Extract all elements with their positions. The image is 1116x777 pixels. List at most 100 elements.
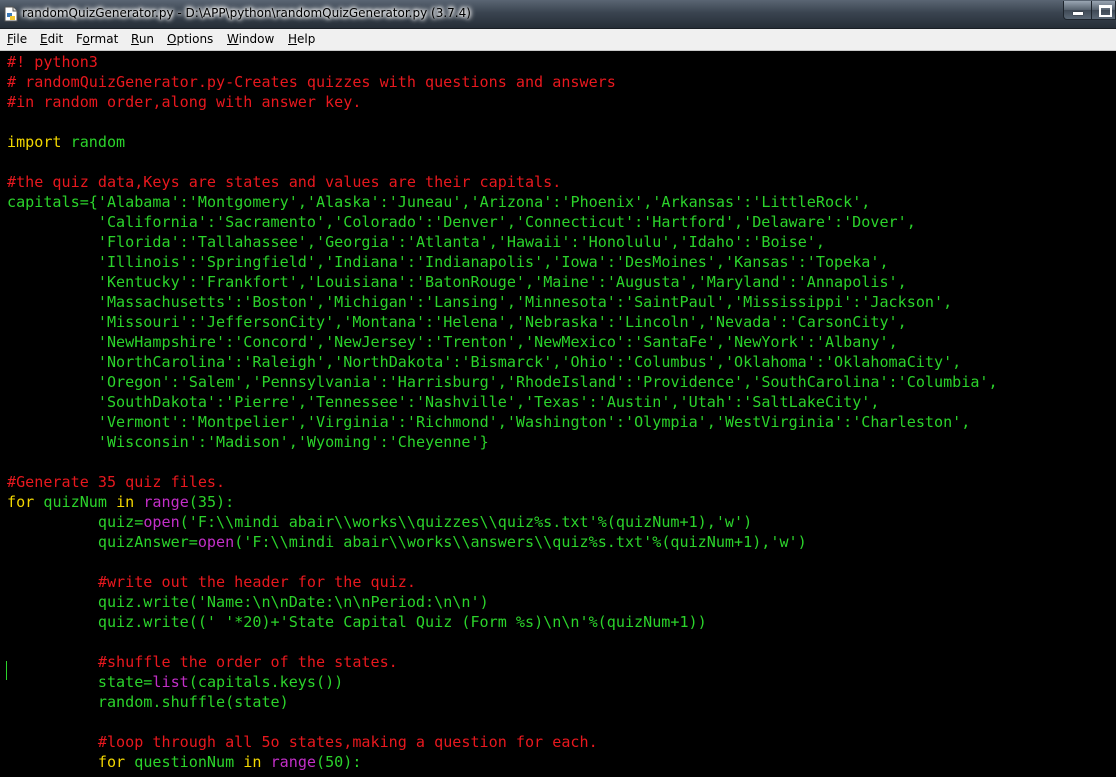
code-line[interactable]: #! python3 (7, 52, 998, 72)
title-bar[interactable]: randomQuizGenerator.py - D:\APP\python\r… (0, 0, 1116, 29)
code-line[interactable] (7, 152, 998, 172)
code-line[interactable]: capitals={'Alabama':'Montgomery','Alaska… (7, 192, 998, 212)
code-line[interactable] (7, 552, 998, 572)
code-token: state= (7, 673, 153, 691)
code-token: : (634, 213, 644, 231)
code-token: : (606, 253, 616, 271)
code-line[interactable]: quizAnswer=open('F:\\mindi abair\\works\… (7, 532, 998, 552)
code-token: ) (797, 533, 807, 551)
code-line[interactable]: 'Massachusetts':'Boston','Michigan':'Lan… (7, 292, 998, 312)
code-token: ) (743, 513, 753, 531)
code-line[interactable]: #shuffle the order of the states. (7, 652, 998, 672)
code-line[interactable]: random.shuffle(state) (7, 692, 998, 712)
code-line[interactable]: 'Wisconsin':'Madison','Wyoming':'Cheyenn… (7, 432, 998, 452)
code-token: , (297, 393, 307, 411)
code-token: 'Boise' (752, 233, 816, 251)
code-line[interactable]: #write out the header for the quiz. (7, 572, 998, 592)
menu-format[interactable]: Format (76, 31, 118, 47)
code-token: 'Albany' (815, 333, 889, 351)
menu-window[interactable]: Window (227, 31, 274, 47)
code-line[interactable]: #in random order,along with answer key. (7, 92, 998, 112)
code-token: 'Helena' (434, 313, 507, 331)
minimize-button[interactable] (1063, 1, 1092, 20)
code-token: 'Olympia' (624, 413, 707, 431)
code-token: ( (179, 513, 189, 531)
code-token: : (179, 413, 189, 431)
code-token: : (588, 393, 598, 411)
code-token: : (397, 233, 407, 251)
code-token: : (797, 253, 807, 271)
code-token: range (270, 753, 316, 771)
code-token: 'NewHampshire' (97, 333, 226, 351)
code-token: : (234, 293, 244, 311)
code-token: , (952, 353, 962, 371)
code-line[interactable]: quiz=open('F:\\mindi abair\\works\\quizz… (7, 512, 998, 532)
menu-file[interactable]: File (7, 31, 27, 47)
code-token: : (570, 233, 580, 251)
code-token: 'NorthDakota' (334, 353, 453, 371)
code-token: 'Columbia' (897, 373, 989, 391)
code-token: 'CarsonCity' (788, 313, 898, 331)
code-line[interactable]: import random (7, 132, 998, 152)
code-line[interactable] (7, 712, 998, 732)
menu-help[interactable]: Help (288, 31, 315, 47)
code-token: , (870, 393, 880, 411)
code-line[interactable]: for questionNum in range(50): (7, 752, 998, 772)
code-line[interactable] (7, 632, 998, 652)
code-line[interactable]: for quizNum in range(35): (7, 492, 998, 512)
code-token: : (852, 293, 862, 311)
menu-bar: File Edit Format Run Options Window Help (0, 29, 1116, 51)
code-line[interactable]: 'NewHampshire':'Concord','NewJersey':'Tr… (7, 332, 998, 352)
code-token: , (743, 373, 753, 391)
code-line[interactable]: 'Kentucky':'Frankfort','Louisiana':'Bato… (7, 272, 998, 292)
code-token: , (497, 373, 507, 391)
code-line[interactable]: 'California':'Sacramento','Colorado':'De… (7, 212, 998, 232)
code-token: : (815, 353, 825, 371)
code-token: 'Indianapolis' (415, 253, 544, 271)
code-line[interactable]: 'NorthCarolina':'Raleigh','NorthDakota':… (7, 352, 998, 372)
code-line[interactable]: 'Oregon':'Salem','Pennsylvania':'Harrisb… (7, 372, 998, 392)
code-token: 'Name:\n\nDate:\n\nPeriod:\n\n' (197, 593, 480, 611)
code-token: 'Lansing' (425, 293, 507, 311)
code-editor[interactable]: #! python3 # randomQuizGenerator.py-Creat… (0, 51, 1116, 777)
menu-run[interactable]: Run (131, 31, 154, 47)
code-token: 'Richmond' (406, 413, 498, 431)
code-token: , (670, 393, 680, 411)
code-token: capitals={ (7, 193, 98, 211)
code-line[interactable]: state=list(capitals.keys()) (7, 672, 998, 692)
code-line[interactable] (7, 452, 998, 472)
code-token: open (197, 533, 235, 551)
code-token: 'Hartford' (643, 213, 735, 231)
code-line[interactable]: 'Illinois':'Springfield','Indiana':'Indi… (7, 252, 998, 272)
code-line[interactable]: 'SouthDakota':'Pierre','Tennessee':'Nash… (7, 392, 998, 412)
code-token: 'Oklahoma' (724, 353, 816, 371)
code-token: , (543, 253, 553, 271)
code-line[interactable]: #Generate 35 quiz files. (7, 472, 998, 492)
code-line[interactable]: #loop through all 5o states,making a que… (7, 732, 998, 752)
code-token: 'Concord' (234, 333, 316, 351)
code-token: (capitals.keys()) (188, 673, 344, 691)
code-line[interactable]: 'Missouri':'JeffersonCity','Montana':'He… (7, 312, 998, 332)
code-token: , (297, 273, 307, 291)
code-line[interactable]: quiz.write((' '*20)+'State Capital Quiz … (7, 612, 998, 632)
code-line[interactable]: 'Florida':'Tallahassee','Georgia':'Atlan… (7, 232, 998, 252)
code-token: : (406, 393, 416, 411)
maximize-button[interactable] (1091, 1, 1116, 20)
code-token: 'Austin' (597, 393, 671, 411)
code-token: 'Juneau' (388, 193, 462, 211)
code-token: 'Alabama' (97, 193, 180, 211)
code-line[interactable]: # randomQuizGenerator.py-Creates quizzes… (7, 72, 998, 92)
code-token: 'Utah' (679, 393, 735, 411)
code-line[interactable]: quiz.write('Name:\n\nDate:\n\nPeriod:\n\… (7, 592, 998, 612)
code-line[interactable] (7, 112, 998, 132)
menu-edit[interactable]: Edit (40, 31, 63, 47)
code-line[interactable]: #the quiz data,Keys are states and value… (7, 172, 998, 192)
code-token: 'F:\\mindi abair\\works\\quizzes\\quiz%s… (188, 513, 598, 531)
code-line[interactable]: 'Vermont':'Montpelier','Virginia':'Richm… (7, 412, 998, 432)
menu-options[interactable]: Options (167, 31, 213, 47)
code-text[interactable]: #! python3 # randomQuizGenerator.py-Creat… (7, 52, 998, 772)
